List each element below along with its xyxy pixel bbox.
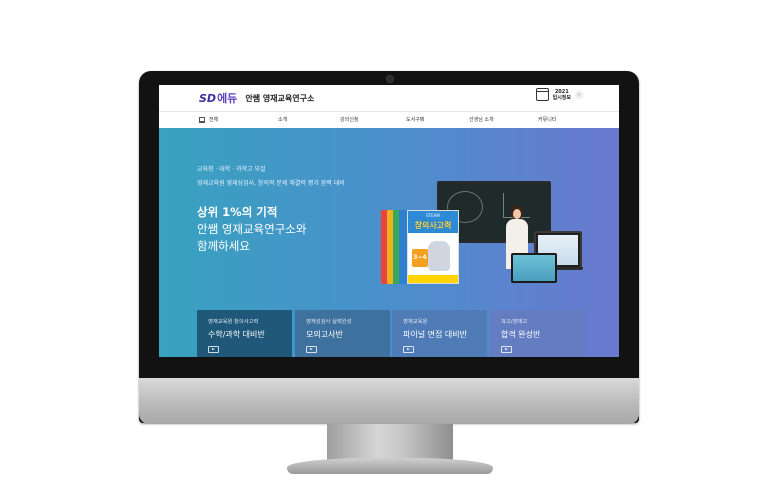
nav-item-teachers[interactable]: 선생님 소개: [469, 112, 494, 128]
hero-line1: 교육청 · 대학 · 과학고 부설: [197, 166, 266, 173]
sd-edu-logo[interactable]: SD에듀: [199, 90, 237, 106]
nav-item-community[interactable]: 커뮤니티: [538, 112, 556, 128]
site-header: SD에듀 안쌤 영재교육연구소 2021 입시정보 ›: [159, 85, 619, 111]
card-title: 파이널 면접 대비반: [403, 330, 467, 339]
book-grade: 3~4: [412, 249, 428, 267]
course-card-interview[interactable]: 영재교육원 파이널 면접 대비반: [392, 310, 487, 357]
logo-edu: 에듀: [217, 92, 238, 105]
course-card-math-science[interactable]: 영재교육원 창의사고력 수학/과학 대비반: [197, 310, 292, 357]
play-icon[interactable]: [501, 346, 512, 353]
menu-icon: [199, 117, 205, 123]
monitor-stand-base: [287, 458, 493, 474]
course-card-mock-exam[interactable]: 영재성검사 실력완성 모의고사반: [295, 310, 390, 357]
nav-item-books[interactable]: 도서구매: [406, 112, 424, 128]
course-card-admission[interactable]: 과고/영재고 합격 완성반: [490, 310, 585, 357]
nav-all-label: 전체: [209, 117, 219, 123]
hero-headline: 상위 1%의 기적: [197, 205, 278, 219]
website-screen: SD에듀 안쌤 영재교육연구소 2021 입시정보 › 전체 소개 강의신청 도…: [159, 85, 619, 357]
hero-subline1: 안쌤 영재교육연구소와: [197, 222, 307, 236]
card-subtitle: 영재성검사 실력완성: [306, 319, 352, 325]
card-subtitle: 영재교육원: [403, 319, 428, 325]
card-subtitle: 영재교육원 창의사고력: [208, 319, 259, 325]
hero-line2: 영재교육원 영재성검사, 창의적 문제 해결력 평가 완벽 대비: [197, 180, 345, 187]
book-title: 창의사고력: [414, 221, 452, 230]
logo-sd: SD: [199, 92, 217, 105]
nav-all-menu[interactable]: 전체: [199, 112, 218, 128]
admission-info-link[interactable]: 2021 입시정보 ›: [535, 88, 583, 101]
play-icon[interactable]: [403, 346, 414, 353]
brand-name[interactable]: 안쌤 영재교육연구소: [245, 93, 314, 104]
card-subtitle: 과고/영재고: [501, 319, 528, 325]
admission-year: 2021: [554, 88, 569, 95]
monitor-chin: [139, 378, 639, 424]
book-cover: STEAM 창의사고력 3~4: [407, 210, 459, 284]
tablet-image: [511, 253, 557, 283]
nav-item-courses[interactable]: 강의신청: [340, 112, 358, 128]
admission-label: 입시정보: [552, 94, 571, 101]
main-nav: 전체 소개 강의신청 도서구매 선생님 소개 커뮤니티: [159, 111, 619, 129]
webcam-icon: [386, 75, 394, 83]
play-icon[interactable]: [306, 346, 317, 353]
robot-illustration: [428, 241, 450, 271]
calendar-icon: [535, 88, 549, 101]
nav-item-intro[interactable]: 소개: [278, 112, 287, 128]
book-stack-image: STEAM 창의사고력 3~4: [381, 210, 459, 284]
card-title: 모의고사반: [306, 330, 343, 339]
play-icon[interactable]: [208, 346, 219, 353]
chevron-right-icon[interactable]: ›: [575, 90, 583, 99]
card-title: 합격 완성반: [501, 330, 541, 339]
monitor-stand-neck: [327, 424, 453, 460]
hero-subline2: 함께하세요: [197, 239, 250, 253]
card-title: 수학/과학 대비반: [208, 330, 265, 339]
